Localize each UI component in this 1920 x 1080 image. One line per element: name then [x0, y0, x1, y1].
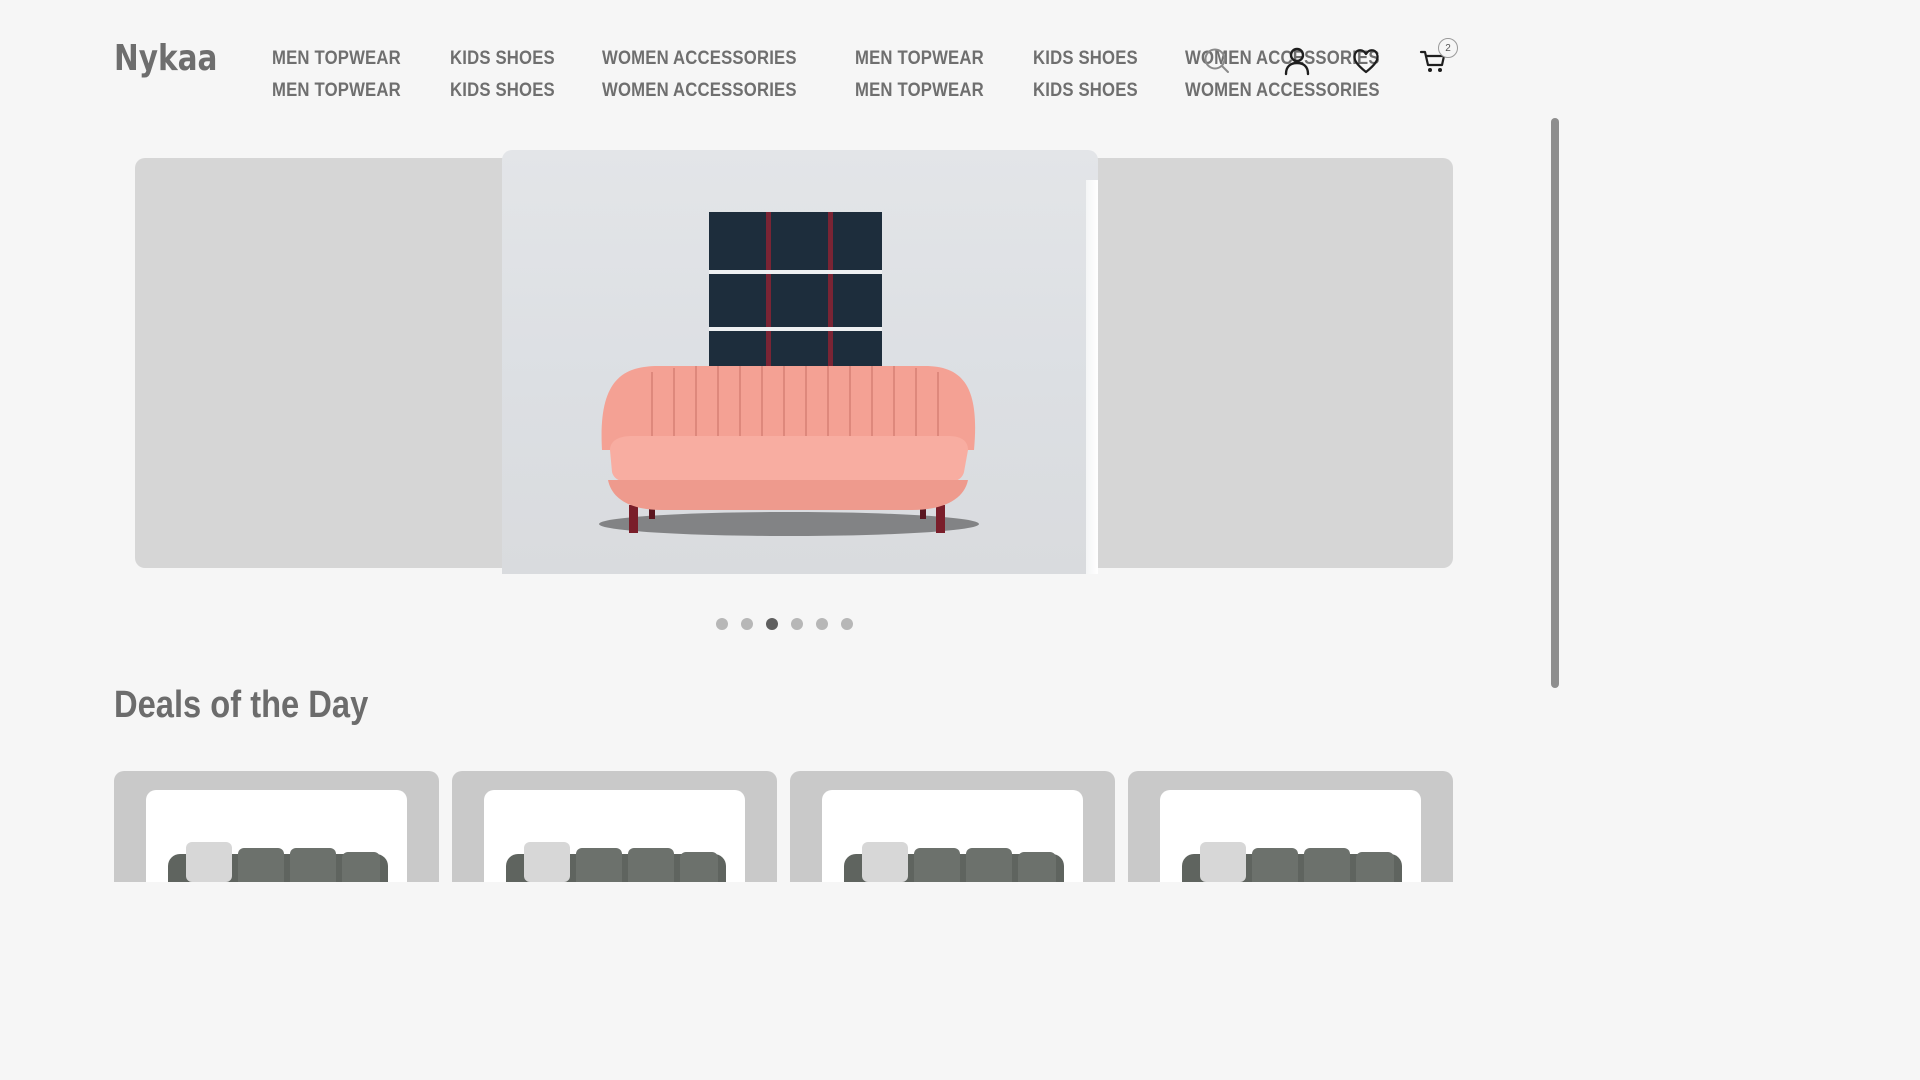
nav-link-men-topwear[interactable]: MEN TOPWEAR [272, 48, 401, 70]
carousel-dot[interactable] [791, 618, 803, 630]
carousel-dots [716, 618, 853, 630]
sofa-illustration [599, 365, 979, 536]
page: Nykaa MEN TOPWEAR KIDS SHOES WOMEN ACCES… [0, 0, 1568, 882]
product-card[interactable] [1128, 771, 1453, 882]
carousel-dot-active[interactable] [766, 618, 778, 630]
carousel-dot[interactable] [741, 618, 753, 630]
scrollbar-thumb[interactable] [1551, 118, 1559, 688]
user-icon [1284, 47, 1310, 76]
nav-link-men-topwear[interactable]: MEN TOPWEAR [272, 80, 401, 102]
nav-link-women-accessories[interactable]: WOMEN ACCESSORIES [602, 48, 797, 70]
nav-link-men-topwear[interactable]: MEN TOPWEAR [855, 80, 984, 102]
sofa-thumbnail [1182, 842, 1402, 882]
carousel-dot[interactable] [816, 618, 828, 630]
nav-link-kids-shoes[interactable]: KIDS SHOES [1033, 48, 1138, 70]
sofa-thumbnail [506, 842, 726, 882]
wishlist-button[interactable] [1349, 44, 1383, 78]
product-card[interactable] [452, 771, 777, 882]
sofa-thumbnail [844, 842, 1064, 882]
product-card[interactable] [790, 771, 1115, 882]
nav-link-women-accessories[interactable]: WOMEN ACCESSORIES [602, 80, 797, 102]
product-image[interactable] [484, 790, 745, 882]
nav-link-men-topwear[interactable]: MEN TOPWEAR [855, 48, 984, 70]
product-image[interactable] [822, 790, 1083, 882]
product-card[interactable] [114, 771, 439, 882]
search-button[interactable] [1200, 44, 1234, 78]
sofa-thumbnail [168, 842, 388, 882]
nav-link-kids-shoes[interactable]: KIDS SHOES [450, 80, 555, 102]
heart-icon [1353, 49, 1379, 74]
nav-link-kids-shoes[interactable]: KIDS SHOES [450, 48, 555, 70]
cart-button[interactable]: 2 [1416, 38, 1458, 78]
nav-link-kids-shoes[interactable]: KIDS SHOES [1033, 80, 1138, 102]
main-nav: MEN TOPWEAR KIDS SHOES WOMEN ACCESSORIES… [272, 48, 1406, 102]
product-image[interactable] [146, 790, 407, 882]
cart-count-badge: 2 [1438, 38, 1458, 58]
section-title: Deals of the Day [114, 684, 369, 726]
account-button[interactable] [1280, 44, 1314, 78]
search-icon [1204, 48, 1229, 73]
logo[interactable]: Nykaa [114, 38, 217, 79]
product-image[interactable] [1160, 790, 1421, 882]
nav-link-women-accessories[interactable]: WOMEN ACCESSORIES [1185, 80, 1380, 102]
carousel-dot[interactable] [716, 618, 728, 630]
carousel-dot[interactable] [841, 618, 853, 630]
hero-slide-image[interactable] [502, 150, 1098, 574]
